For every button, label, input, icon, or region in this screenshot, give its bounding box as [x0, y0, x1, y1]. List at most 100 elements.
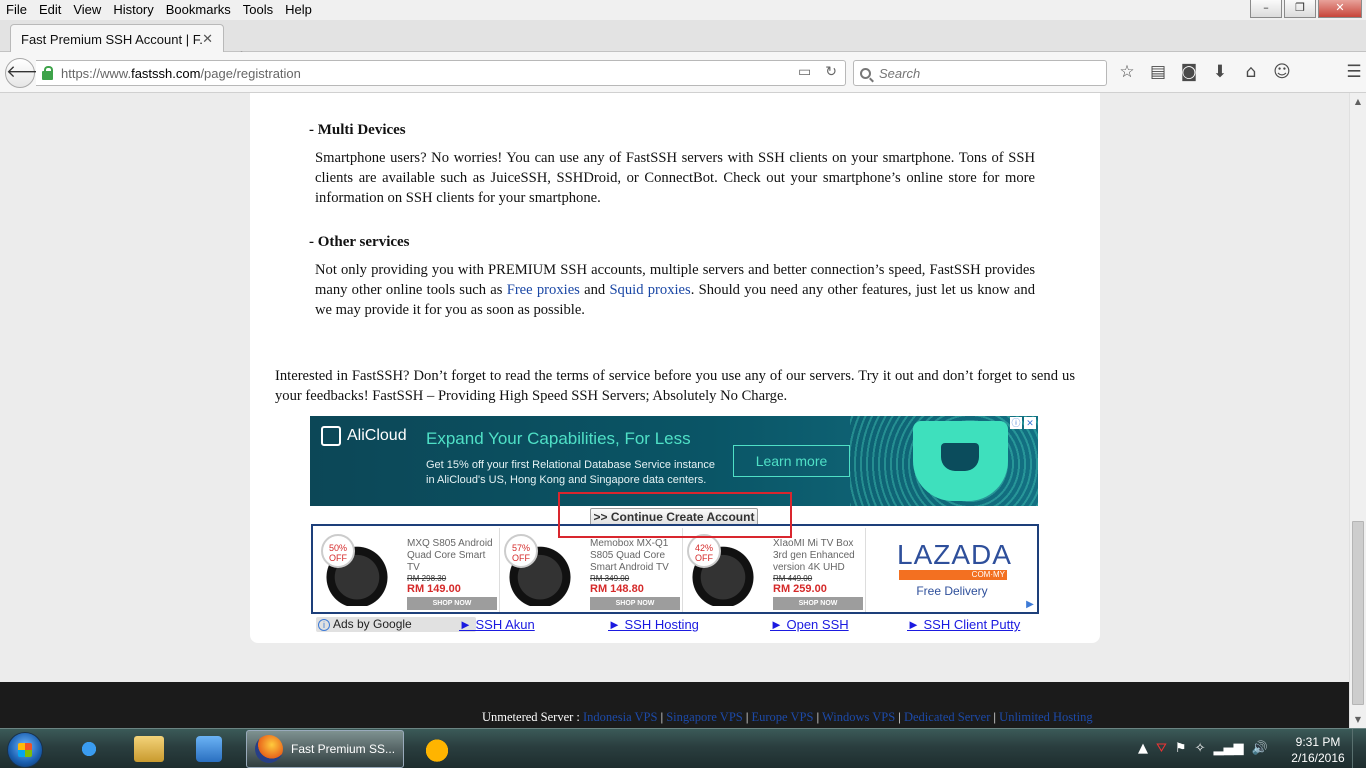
lazada-ad-banner[interactable]: 50% OFF MXQ S805 Android Quad Core Smart … — [311, 524, 1039, 614]
footer-link-windows-vps[interactable]: Windows VPS — [822, 710, 895, 724]
footer-link-dedicated-server[interactable]: Dedicated Server — [904, 710, 990, 724]
adchoices: ⓘ ✕ — [1010, 417, 1036, 429]
discount-badge: 42% OFF — [687, 534, 721, 568]
alicloud-ad-banner[interactable]: AliCloud Expand Your Capabilities, For L… — [310, 416, 1038, 506]
tray-app-icon[interactable]: ⛛ — [1156, 741, 1167, 756]
ad-headline: Expand Your Capabilities, For Less — [426, 429, 691, 448]
info-icon: i — [318, 619, 330, 631]
firefox-icon — [255, 735, 283, 763]
ad-link-ssh-akun[interactable]: ► SSH Akun — [459, 617, 535, 632]
close-window-button[interactable]: ✕ — [1318, 0, 1362, 18]
url-bar[interactable]: https://www.fastssh.com/page/registratio… — [36, 60, 846, 86]
internet-explorer-icon[interactable] — [72, 733, 106, 765]
menu-edit[interactable]: Edit — [33, 0, 67, 20]
navigation-toolbar: 🡐 https://www.fastssh.com/page/registrat… — [0, 52, 1366, 93]
scroll-up-icon[interactable]: ▲ — [1350, 93, 1366, 110]
page-viewport: - Multi Devices Smartphone users? No wor… — [0, 93, 1349, 728]
chat-icon[interactable]: ☺ — [1272, 62, 1292, 82]
menu-bookmarks[interactable]: Bookmarks — [160, 0, 237, 20]
bookmark-star-icon[interactable]: ☆ — [1117, 62, 1137, 82]
start-button[interactable] — [7, 732, 43, 768]
hamburger-menu-icon[interactable]: ☰ — [1344, 62, 1364, 82]
home-icon[interactable]: ⌂ — [1241, 62, 1261, 82]
ad-product-1[interactable]: 50% OFF MXQ S805 Android Quad Core Smart … — [317, 528, 500, 612]
tray-expand-icon[interactable]: ▲ — [1138, 741, 1148, 756]
squid-proxies-link[interactable]: Squid proxies — [609, 282, 690, 298]
free-proxies-link[interactable]: Free proxies — [507, 282, 580, 298]
search-bar[interactable] — [853, 60, 1107, 86]
adchoices-info-icon[interactable]: ⓘ — [1010, 417, 1022, 429]
taskbar-firefox-window[interactable]: Fast Premium SS... — [246, 730, 404, 768]
volume-icon[interactable]: 🔊 — [1251, 741, 1267, 756]
downloads-icon[interactable]: ⬇ — [1210, 62, 1230, 82]
window-controls: – ❐ ✕ — [1250, 0, 1362, 18]
tab-strip: Fast Premium SSH Account | F... ✕ + — [0, 20, 1366, 68]
restore-button[interactable]: ❐ — [1284, 0, 1316, 18]
network-signal-icon[interactable]: ▂▄▆ — [1213, 741, 1243, 756]
media-player-icon[interactable] — [196, 736, 222, 762]
ad-product-2[interactable]: 57% OFF Memobox MX-Q1 S805 Quad Core Smar… — [500, 528, 683, 612]
ads-by-google[interactable]: i Ads by Google — [316, 617, 476, 632]
tray-security-icon[interactable]: ✧ — [1195, 741, 1206, 756]
discount-badge: 57% OFF — [504, 534, 538, 568]
shop-now-button[interactable]: SHOP NOW — [773, 597, 863, 610]
system-tray: ▲ ⛛ ⚑ ✧ ▂▄▆ 🔊 — [1138, 741, 1268, 756]
show-desktop-button[interactable] — [1352, 729, 1366, 768]
menu-file[interactable]: File — [0, 0, 33, 20]
page-footer: Unmetered Server : Indonesia VPS | Singa… — [0, 682, 1349, 728]
menu-view[interactable]: View — [67, 0, 107, 20]
reload-icon[interactable]: ↻ — [825, 64, 837, 80]
tab-fastssh[interactable]: Fast Premium SSH Account | F... ✕ — [10, 24, 224, 53]
url-text: https://www.fastssh.com/page/registratio… — [61, 65, 301, 81]
shop-now-button[interactable]: SHOP NOW — [407, 597, 497, 610]
pocket-icon[interactable]: ◙ — [1179, 62, 1199, 82]
ad-product-3[interactable]: 42% OFF XIaoMI Mi TV Box 3rd gen Enhanced… — [683, 528, 866, 612]
ad-close-icon[interactable]: ✕ — [1024, 417, 1036, 429]
outro-paragraph: Interested in FastSSH? Don’t forget to r… — [275, 368, 1075, 404]
adchoices-icon[interactable]: ▶ — [1023, 598, 1037, 612]
footer-link-indonesia-vps[interactable]: Indonesia VPS — [583, 710, 657, 724]
footer-link-europe-vps[interactable]: Europe VPS — [752, 710, 814, 724]
footer-links: Unmetered Server : Indonesia VPS | Singa… — [482, 710, 1093, 724]
lazada-logo[interactable]: LAZADA COM·MY Free Delivery — [897, 540, 1011, 599]
windows-taskbar: Fast Premium SS... ▲ ⛛ ⚑ ✧ ▂▄▆ 🔊 9:31 PM… — [0, 728, 1366, 768]
vertical-scrollbar[interactable]: ▲ ▼ — [1349, 93, 1366, 728]
reader-view-icon[interactable]: ▭ — [798, 64, 811, 80]
section-body-other-services: Not only providing you with PREMIUM SSH … — [315, 262, 1035, 318]
taskbar-clock[interactable]: 9:31 PM 2/16/2016 — [1290, 734, 1346, 766]
ad-link-open-ssh[interactable]: ► Open SSH — [770, 617, 849, 632]
toolbar-icons: ☆ ▤ ◙ ⬇ ⌂ ☺ ☰ — [1117, 62, 1364, 82]
menu-bar: File Edit View History Bookmarks Tools H… — [0, 0, 1366, 20]
shop-now-button[interactable]: SHOP NOW — [590, 597, 680, 610]
search-icon — [860, 67, 871, 79]
free-delivery-text: Free Delivery — [916, 584, 988, 598]
scrollbar-thumb[interactable] — [1352, 521, 1364, 705]
shield-graphic-icon — [913, 421, 1008, 501]
lock-icon — [42, 65, 53, 80]
footer-link-singapore-vps[interactable]: Singapore VPS — [666, 710, 743, 724]
file-explorer-icon[interactable] — [134, 736, 164, 762]
section-body-multi-devices: Smartphone users? No worries! You can us… — [315, 150, 1035, 206]
bookmarks-list-icon[interactable]: ▤ — [1148, 62, 1168, 82]
menu-tools[interactable]: Tools — [237, 0, 279, 20]
menu-help[interactable]: Help — [279, 0, 318, 20]
scroll-down-icon[interactable]: ▼ — [1350, 711, 1366, 728]
content-card: - Multi Devices Smartphone users? No wor… — [250, 93, 1100, 643]
tab-close-icon[interactable]: ✕ — [202, 32, 213, 47]
search-input[interactable] — [879, 65, 1079, 81]
footer-link-unlimited-hosting[interactable]: Unlimited Hosting — [999, 710, 1092, 724]
ad-link-ssh-client-putty[interactable]: ► SSH Client Putty — [907, 617, 1020, 632]
tab-title: Fast Premium SSH Account | F... — [21, 31, 203, 47]
alicloud-logo: AliCloud — [321, 426, 407, 446]
minimize-button[interactable]: – — [1250, 0, 1282, 18]
back-button[interactable]: 🡐 — [5, 58, 52, 88]
alicloud-logo-icon — [321, 426, 341, 446]
ad-link-ssh-hosting[interactable]: ► SSH Hosting — [608, 617, 699, 632]
menu-history[interactable]: History — [107, 0, 159, 20]
section-title-multi-devices: - Multi Devices — [309, 122, 406, 138]
section-title-other-services: - Other services — [309, 234, 410, 250]
app-sun-icon[interactable] — [420, 733, 454, 765]
learn-more-button[interactable]: Learn more — [733, 445, 850, 477]
discount-badge: 50% OFF — [321, 534, 355, 568]
action-center-flag-icon[interactable]: ⚑ — [1175, 741, 1187, 756]
